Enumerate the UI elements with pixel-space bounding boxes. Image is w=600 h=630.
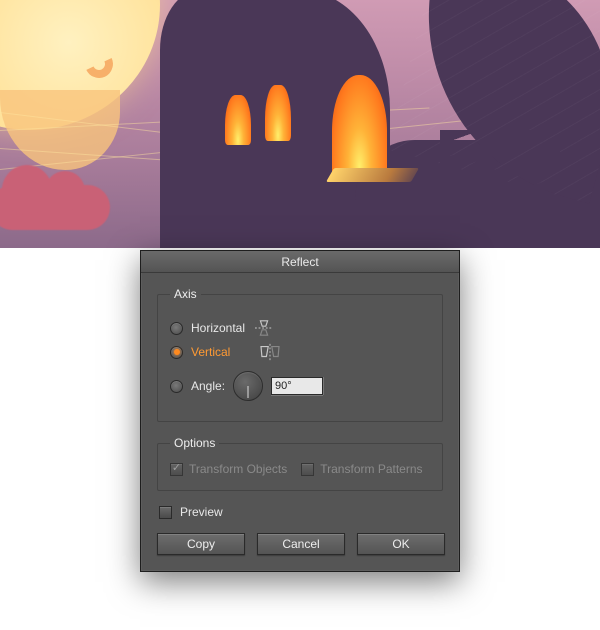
transform-objects-option: Transform Objects xyxy=(170,462,287,476)
reflect-dialog: Reflect Axis Horizontal Vertical xyxy=(140,250,460,572)
radio-angle[interactable] xyxy=(170,380,183,393)
transform-patterns-option: Transform Patterns xyxy=(301,462,422,476)
dialog-title[interactable]: Reflect xyxy=(141,251,459,273)
transform-patterns-label: Transform Patterns xyxy=(320,462,422,476)
axis-horizontal-row[interactable]: Horizontal xyxy=(170,319,430,337)
preview-row[interactable]: Preview xyxy=(159,505,443,519)
reflect-horizontal-icon xyxy=(253,319,275,337)
checkbox-preview[interactable] xyxy=(159,506,172,519)
reflect-vertical-icon xyxy=(259,343,281,361)
axis-group: Axis Horizontal Vertical xyxy=(157,287,443,422)
leaf-fronds xyxy=(440,130,560,190)
radio-vertical[interactable] xyxy=(170,346,183,359)
axis-legend: Axis xyxy=(170,287,201,301)
ok-button[interactable]: OK xyxy=(357,533,445,555)
axis-horizontal-label: Horizontal xyxy=(191,321,245,335)
angle-dial[interactable] xyxy=(233,371,263,401)
copy-button[interactable]: Copy xyxy=(157,533,245,555)
canvas-artwork xyxy=(0,0,600,248)
dialog-content: Axis Horizontal Vertical xyxy=(141,273,459,571)
preview-label: Preview xyxy=(180,505,223,519)
axis-angle-row[interactable]: Angle: xyxy=(170,371,430,401)
axis-vertical-row[interactable]: Vertical xyxy=(170,343,430,361)
options-legend: Options xyxy=(170,436,219,450)
options-group: Options Transform Objects Transform Patt… xyxy=(157,436,443,491)
axis-vertical-label: Vertical xyxy=(191,345,230,359)
tree-window xyxy=(265,85,291,141)
transform-objects-label: Transform Objects xyxy=(189,462,287,476)
angle-input[interactable] xyxy=(271,377,323,395)
cloud-shape xyxy=(0,185,110,230)
axis-angle-label: Angle: xyxy=(191,379,225,393)
checkbox-transform-objects xyxy=(170,463,183,476)
tree-window xyxy=(225,95,251,145)
checkbox-transform-patterns xyxy=(301,463,314,476)
dialog-buttons: Copy Cancel OK xyxy=(157,533,443,555)
radio-horizontal[interactable] xyxy=(170,322,183,335)
cancel-button[interactable]: Cancel xyxy=(257,533,345,555)
tree-window xyxy=(332,75,387,177)
window-sill xyxy=(326,168,419,182)
